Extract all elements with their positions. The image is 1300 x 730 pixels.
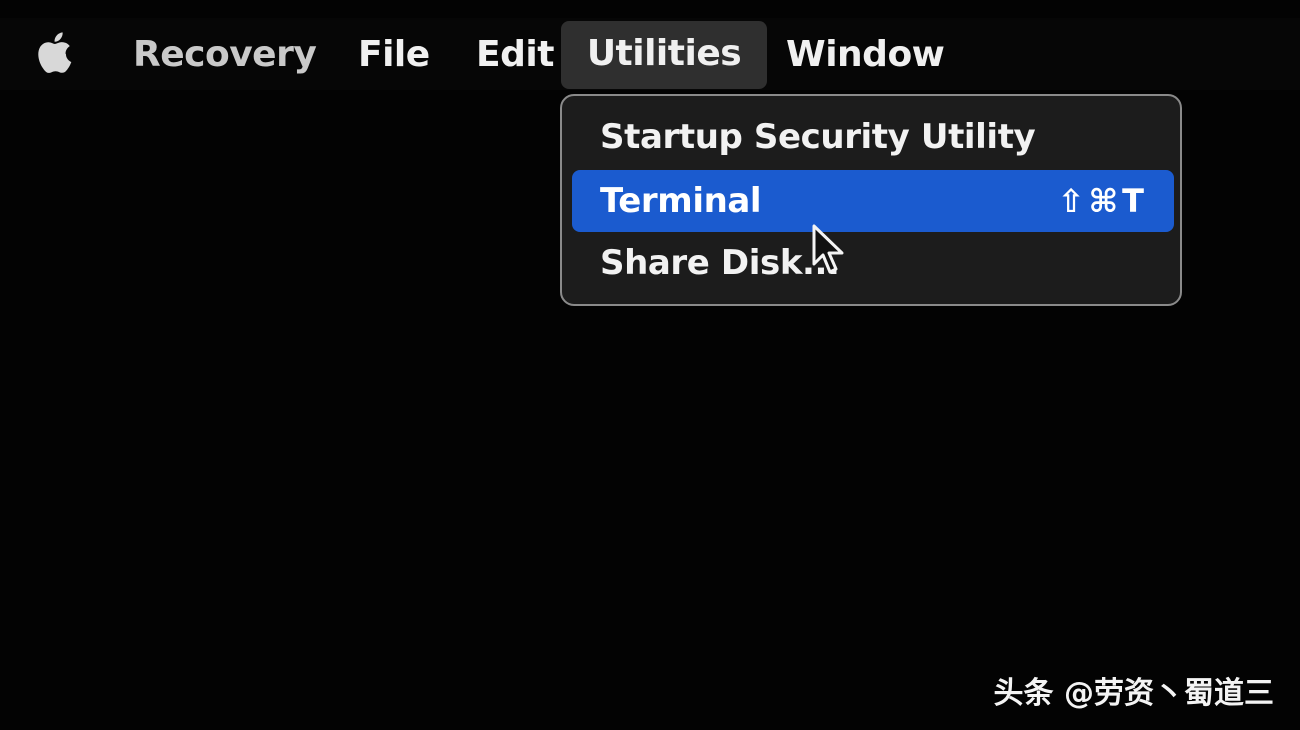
apple-logo-icon[interactable] — [38, 28, 78, 76]
menu-item-terminal[interactable]: Terminal ⇧⌘T — [572, 170, 1174, 232]
keyboard-shortcut: ⇧⌘T — [1057, 182, 1148, 220]
menu-file[interactable]: File — [358, 30, 430, 80]
recovery-screen: Recovery File Edit Utilities Window Star… — [0, 0, 1300, 730]
mouse-pointer-icon — [812, 224, 844, 274]
menu-recovery[interactable]: Recovery — [133, 30, 317, 80]
menu-item-label: Startup Security Utility — [600, 117, 1036, 157]
menu-item-label: Share Disk... — [600, 243, 840, 283]
utilities-dropdown-menu: Startup Security Utility Terminal ⇧⌘T Sh… — [560, 94, 1182, 306]
menu-item-startup-security-utility[interactable]: Startup Security Utility — [572, 106, 1174, 168]
menu-utilities[interactable]: Utilities — [561, 21, 767, 89]
menu-edit[interactable]: Edit — [476, 30, 554, 80]
watermark-text: 头条 @劳资丶蜀道三 — [993, 676, 1274, 711]
menu-bar: Recovery File Edit Utilities Window — [0, 18, 1300, 90]
menu-window[interactable]: Window — [786, 30, 945, 80]
menu-item-share-disk[interactable]: Share Disk... — [572, 232, 1174, 294]
menu-item-label: Terminal — [600, 181, 762, 221]
